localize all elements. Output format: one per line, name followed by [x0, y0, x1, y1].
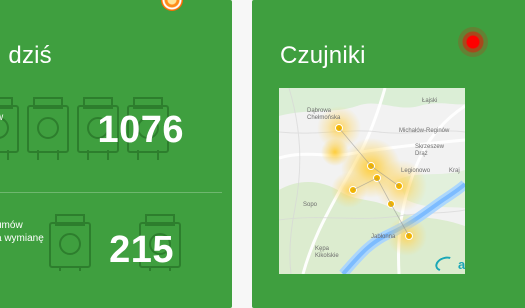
map-label-legionowo: Legionowo [401, 168, 431, 174]
map-label-lajski: Łajski [422, 98, 438, 104]
sensor-map[interactable]: Dąbrowa Chełmońska Łajski Michałów-Regin… [279, 88, 465, 274]
left-small-label: w [0, 112, 3, 124]
map-label-kepa: Kępa Kikolskie [315, 246, 339, 259]
map-label-jablonna: Jabłonna [371, 234, 396, 240]
map-label-dabrowa: Dąbrowa Chełmońska [307, 108, 341, 121]
airly-logo-swirl-icon [433, 253, 457, 274]
left-small-text-1: umów [0, 220, 23, 231]
sensors-title: Czujniki [280, 42, 366, 69]
map-label-sopo: Sopo [303, 202, 318, 208]
map-label-skrzeszew: Skrzeszew Drąż [415, 144, 445, 157]
right-card: Czujniki Dąbrowa Chełmońska Łajski Micha… [252, 0, 525, 308]
left-card-title: i dziś [0, 42, 52, 69]
left-small-text-2: a wymianę [0, 233, 44, 244]
sensor-dot-icon [161, 0, 183, 11]
airly-logo-icon: airly [433, 253, 465, 274]
airly-logo-text: airly [458, 257, 465, 272]
dashboard-page: i dziś 1076 mów a wymianę 215 Czujniki D… [0, 0, 525, 308]
left-divider [0, 192, 222, 193]
sensor-alert-icon [458, 27, 488, 57]
map-label-kraj: Kraj [449, 168, 460, 174]
replacement-count-value: 215 [109, 229, 174, 271]
left-card: i dziś 1076 mów a wymianę 215 [0, 0, 232, 308]
map-label-michalow: Michałów-Reginów [399, 128, 450, 134]
stoves-count-value: 1076 [97, 109, 184, 151]
